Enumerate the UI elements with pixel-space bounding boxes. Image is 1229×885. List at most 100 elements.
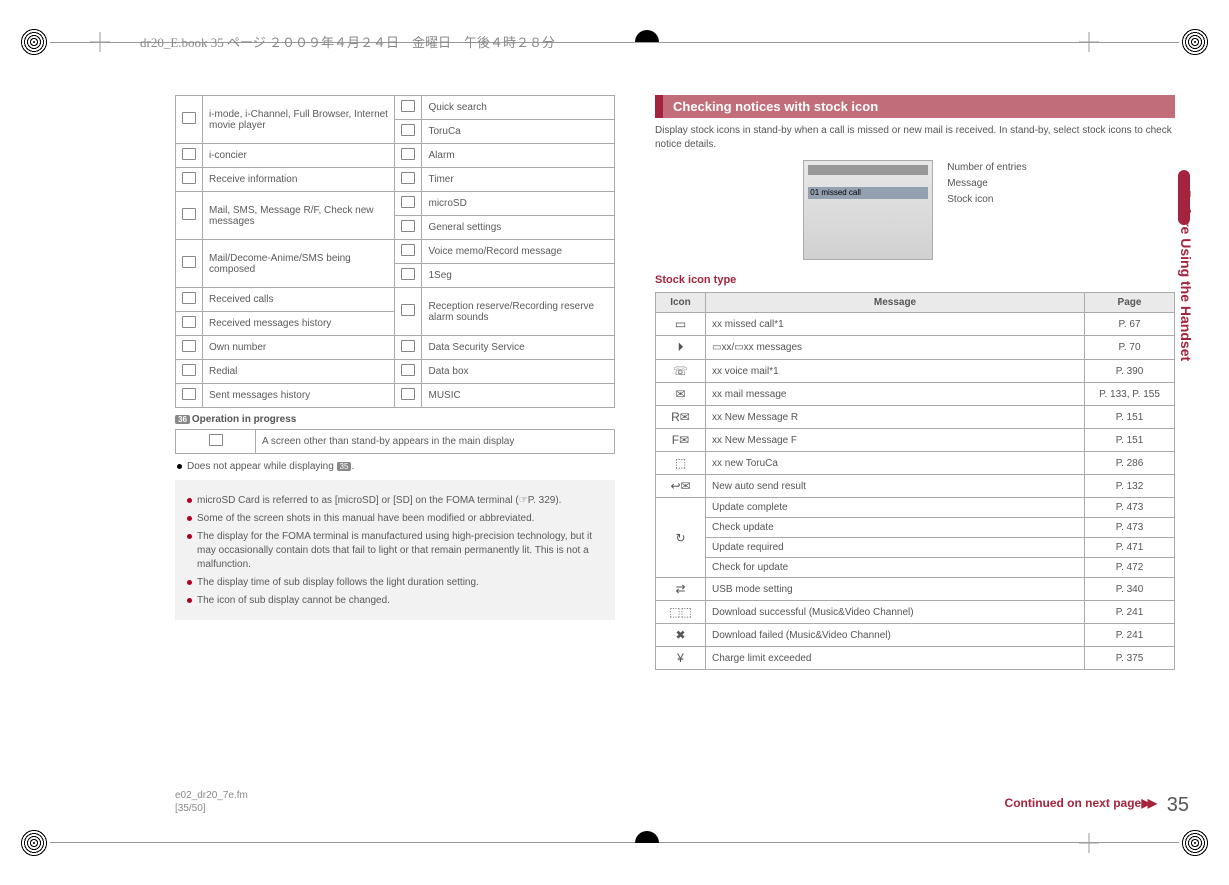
table-cell: i-mode, i-Channel, Full Browser, Interne… [203, 96, 395, 144]
table-cell: Data box [422, 360, 615, 384]
table-cell: Download failed (Music&Video Channel) [706, 624, 1085, 647]
table-cell: P. 471 [1085, 538, 1175, 558]
table-cell: Charge limit exceeded [706, 647, 1085, 670]
feature-icon [209, 434, 223, 446]
feature-icon [182, 292, 196, 304]
table-cell: P. 70 [1085, 336, 1175, 360]
message-f-icon: F✉ [672, 433, 689, 447]
feature-icon [401, 148, 415, 160]
feature-icon [401, 304, 415, 316]
feature-icon [182, 148, 196, 160]
footer-fm-info: e02_dr20_7e.fm [35/50] [175, 789, 248, 815]
table-cell: Update complete [706, 498, 1085, 518]
table-header: Message [706, 293, 1085, 313]
table-cell: Mail/Decome-Anime/SMS being composed [203, 240, 395, 288]
table-cell: Quick search [422, 96, 615, 120]
usb-icon: ⇄ [675, 582, 685, 596]
table-cell: P. 473 [1085, 518, 1175, 538]
crop-mark-icon [20, 28, 48, 56]
missed-call-icon: ▭ [675, 317, 686, 331]
crop-cross-icon [1079, 32, 1099, 52]
feature-icon [182, 388, 196, 400]
table-cell: A screen other than stand-by appears in … [256, 430, 615, 454]
feature-icon [401, 196, 415, 208]
table-cell: New auto send result [706, 475, 1085, 498]
mail-icon: ✉ [675, 387, 685, 401]
notes-box: microSD Card is referred to as [microSD]… [175, 480, 615, 620]
table-header: Icon [656, 293, 706, 313]
table-cell: P. 241 [1085, 601, 1175, 624]
operation-note-list: Does not appear while displaying 35. [175, 460, 615, 474]
chapter-tab: Before Using the Handset [1178, 170, 1194, 361]
table-cell: Received messages history [203, 312, 395, 336]
table-cell: xx missed call*1 [706, 313, 1085, 336]
table-cell: Check for update [706, 558, 1085, 578]
feature-icon [182, 208, 196, 220]
table-cell: P. 375 [1085, 647, 1175, 670]
crop-mark-icon [1181, 829, 1209, 857]
feature-icon [182, 340, 196, 352]
feature-icon [182, 316, 196, 328]
table-cell: Receive information [203, 168, 395, 192]
left-column: i-mode, i-Channel, Full Browser, Interne… [175, 95, 615, 670]
feature-icon [401, 172, 415, 184]
list-item: The icon of sub display cannot be change… [185, 594, 605, 608]
crop-mark-icon [1181, 28, 1209, 56]
print-header-text: dr20_E.book 35 ページ ２００９年４月２４日 金曜日 午後４時２８… [140, 32, 555, 51]
table-cell: Data Security Service [422, 336, 615, 360]
table-cell: P. 472 [1085, 558, 1175, 578]
table-cell: Sent messages history [203, 384, 395, 408]
feature-icon [182, 172, 196, 184]
table-cell: ToruCa [422, 120, 615, 144]
table-cell: Reception reserve/Recording reserve alar… [422, 288, 615, 336]
annotation-label: Stock icon [947, 192, 1026, 208]
table-cell: P. 133, P. 155 [1085, 383, 1175, 406]
section-title: Checking notices with stock icon [655, 95, 1175, 118]
feature-icon [401, 364, 415, 376]
table-cell: Received calls [203, 288, 395, 312]
list-item: Some of the screen shots in this manual … [185, 512, 605, 526]
feature-icon [401, 244, 415, 256]
feature-icon [182, 112, 196, 124]
table-cell: P. 67 [1085, 313, 1175, 336]
section-body: Display stock icons in stand-by when a c… [655, 124, 1175, 152]
table-cell: USB mode setting [706, 578, 1085, 601]
table-cell: Voice memo/Record message [422, 240, 615, 264]
table-cell: Redial [203, 360, 395, 384]
feature-icon [182, 256, 196, 268]
stock-icon-type-heading: Stock icon type [655, 274, 1175, 286]
table-cell: P. 473 [1085, 498, 1175, 518]
crop-cross-icon [1079, 833, 1099, 853]
toruca-icon: ⬚ [675, 456, 686, 470]
page-number: 35 [1167, 794, 1189, 817]
table-cell: Download successful (Music&Video Channel… [706, 601, 1085, 624]
table-cell: P. 151 [1085, 406, 1175, 429]
operation-heading: 36Operation in progress [175, 414, 615, 425]
voicemail-icon: ☏ [673, 364, 688, 378]
table-cell: xx voice mail*1 [706, 360, 1085, 383]
feature-icon [401, 100, 415, 112]
annotation-label: Number of entries [947, 160, 1026, 176]
registration-icon [635, 831, 659, 855]
download-ok-icon: ⬚⬚ [669, 605, 692, 619]
table-cell: MUSIC [422, 384, 615, 408]
table-cell: Alarm [422, 144, 615, 168]
table-cell: P. 340 [1085, 578, 1175, 601]
stock-icon-table: Icon Message Page ▭ xx missed call*1P. 67… [655, 292, 1175, 670]
feature-icon [401, 124, 415, 136]
annotation-labels: Number of entries Message Stock icon [947, 160, 1026, 208]
feature-icon [182, 364, 196, 376]
crop-mark-icon [20, 829, 48, 857]
list-item: Does not appear while displaying 35. [175, 460, 615, 474]
crop-cross-icon [90, 32, 110, 52]
feature-icon [401, 268, 415, 280]
numbered-badge-icon: 36 [175, 415, 190, 424]
table-cell: 1Seg [422, 264, 615, 288]
feature-icon [401, 220, 415, 232]
registration-icon [635, 30, 659, 54]
list-item: microSD Card is referred to as [microSD]… [185, 494, 605, 508]
table-cell: Timer [422, 168, 615, 192]
table-cell: i-concier [203, 144, 395, 168]
table-header: Page [1085, 293, 1175, 313]
table-cell: microSD [422, 192, 615, 216]
